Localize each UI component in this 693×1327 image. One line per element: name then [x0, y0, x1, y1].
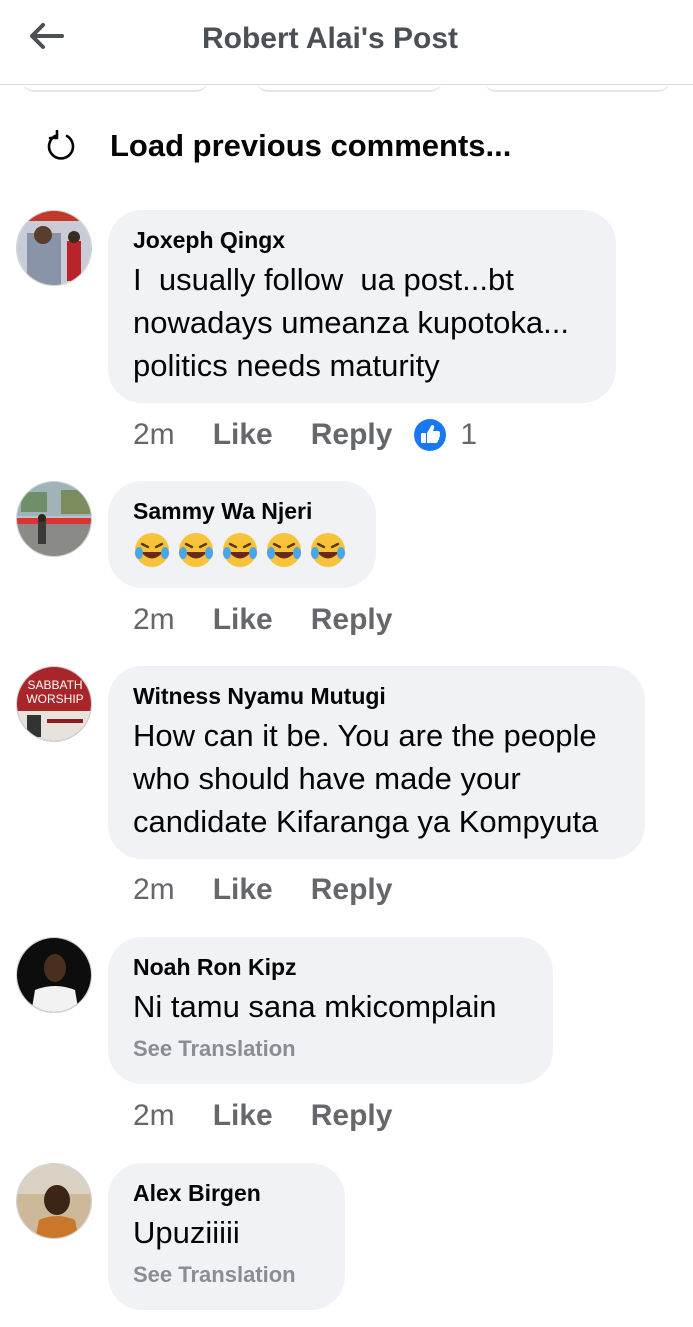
comment-time[interactable]: 2m	[133, 1099, 175, 1133]
page-title: Robert Alai's Post	[201, 22, 459, 55]
like-button[interactable]: Like	[213, 603, 273, 637]
comment-bubble: Noah Ron Kipz Ni tamu sana mkicomplain S…	[108, 937, 553, 1084]
reply-button[interactable]: Reply	[311, 873, 393, 907]
reaction-count: 1	[460, 418, 478, 451]
comment-author[interactable]: Sammy Wa Njeri	[133, 497, 350, 525]
laughing-emoji-icon	[177, 531, 215, 574]
refresh-icon	[44, 129, 78, 163]
laughing-emoji-icon	[309, 531, 347, 574]
like-reaction-icon	[414, 419, 447, 451]
emoji-row	[133, 531, 350, 574]
comment-author[interactable]: Alex Birgen	[133, 1179, 319, 1207]
laughing-emoji-icon	[221, 531, 259, 574]
comment-actions: 2m Like Reply 1	[133, 418, 477, 452]
comment-time[interactable]: 2m	[133, 873, 175, 907]
load-previous-comments-button[interactable]: Load previous comments...	[44, 128, 511, 164]
avatar[interactable]	[16, 1163, 92, 1239]
comment-time[interactable]: 2m	[133, 603, 175, 637]
comment-author[interactable]: Noah Ron Kipz	[133, 953, 527, 981]
comment-bubble: Alex Birgen Upuziiiii See Translation	[108, 1163, 345, 1310]
reaction-summary[interactable]: 1	[414, 418, 477, 452]
comment-text: How can it be. You are the people who sh…	[133, 718, 606, 839]
load-previous-label: Load previous comments...	[110, 128, 512, 163]
comment-text: I usually follow ua post...bt nowadays u…	[133, 262, 578, 383]
comment-time[interactable]: 2m	[133, 418, 175, 452]
see-translation-link[interactable]: See Translation	[133, 1034, 527, 1064]
top-bar: Robert Alai's Post	[0, 0, 693, 85]
like-button[interactable]: Like	[213, 418, 273, 452]
laughing-emoji-icon	[133, 531, 171, 574]
like-button[interactable]: Like	[213, 873, 273, 907]
comment-actions: 2m Like Reply	[133, 603, 392, 637]
reply-button[interactable]: Reply	[311, 1099, 393, 1133]
comment-bubble: Joxeph Qingx I usually follow ua post...…	[108, 210, 616, 403]
comment-author[interactable]: Joxeph Qingx	[133, 226, 590, 254]
comment-bubble: Sammy Wa Njeri	[108, 481, 376, 588]
avatar[interactable]	[16, 210, 92, 286]
avatar-text-line-2: WORSHIP	[26, 692, 83, 706]
reply-button[interactable]: Reply	[311, 603, 393, 637]
reply-button[interactable]: Reply	[311, 418, 393, 452]
avatar[interactable]	[16, 937, 92, 1013]
avatar[interactable]: SABBATH WORSHIP	[16, 666, 92, 742]
like-button[interactable]: Like	[213, 1099, 273, 1133]
avatar-text-line-1: SABBATH	[27, 678, 82, 692]
comment-actions: 2m Like Reply	[133, 1099, 392, 1133]
see-translation-link[interactable]: See Translation	[133, 1260, 319, 1290]
comment-text: Upuziiiii	[133, 1215, 240, 1250]
comment-text: Ni tamu sana mkicomplain	[133, 989, 497, 1024]
comment-bubble: Witness Nyamu Mutugi How can it be. You …	[108, 666, 645, 859]
comment-actions: 2m Like Reply	[133, 873, 392, 907]
laughing-emoji-icon	[265, 531, 303, 574]
comment-author[interactable]: Witness Nyamu Mutugi	[133, 682, 619, 710]
avatar[interactable]	[16, 481, 92, 557]
reaction-tabs-edge	[0, 84, 693, 94]
